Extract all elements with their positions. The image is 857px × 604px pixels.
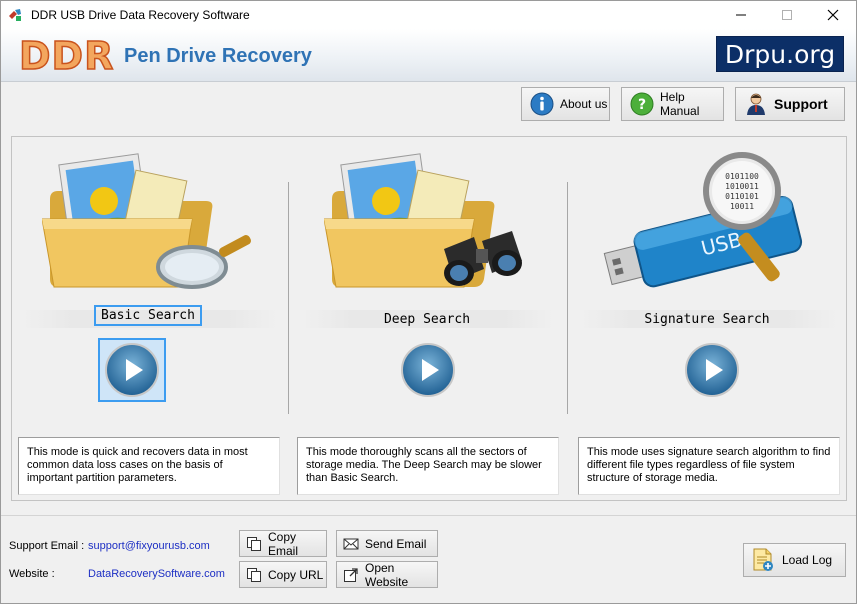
support-email-label: Support Email :: [9, 540, 85, 552]
basic-search-folder-icon[interactable]: [42, 149, 252, 294]
copy-email-button[interactable]: Copy Email: [239, 529, 327, 558]
svg-text:0101100: 0101100: [725, 172, 759, 181]
load-log-icon: [753, 548, 773, 571]
info-icon: [530, 92, 554, 116]
product-name: Pen Drive Recovery: [124, 45, 312, 67]
deep-search-folder-icon[interactable]: [324, 149, 534, 294]
deep-search-label[interactable]: Deep Search: [367, 312, 487, 327]
play-icon: [401, 343, 455, 397]
website-label: Website :: [9, 568, 55, 580]
mode-divider: [288, 182, 289, 414]
maximize-button[interactable]: [764, 1, 810, 29]
minimize-button[interactable]: [718, 1, 764, 29]
app-icon: [9, 9, 21, 21]
about-us-label: About us: [560, 97, 608, 111]
play-icon: [685, 343, 739, 397]
close-icon: [827, 9, 839, 21]
open-website-button[interactable]: Open Website: [336, 560, 438, 589]
about-us-button[interactable]: About us: [521, 87, 610, 121]
basic-search-label[interactable]: Basic Search: [94, 305, 202, 326]
help-manual-label: Help Manual: [660, 90, 700, 118]
basic-search-description: This mode is quick and recovers data in …: [18, 437, 280, 495]
envelope-icon: [343, 538, 359, 549]
load-log-button[interactable]: Load Log: [743, 543, 846, 577]
signature-search-label[interactable]: Signature Search: [632, 312, 782, 327]
deep-search-play-button[interactable]: [394, 338, 462, 402]
load-log-label: Load Log: [782, 553, 833, 567]
signature-search-description: This mode uses signature search algorith…: [578, 437, 840, 495]
svg-text:0110101: 0110101: [725, 192, 759, 201]
minimize-icon: [736, 14, 746, 16]
footer-separator: [1, 515, 856, 516]
svg-text:10011: 10011: [730, 202, 754, 211]
close-button[interactable]: [810, 1, 856, 29]
app-window: DDR USB Drive Data Recovery Software DDR…: [0, 0, 857, 604]
title-bar: DDR USB Drive Data Recovery Software: [1, 1, 856, 29]
maximize-icon: [782, 10, 792, 20]
copy-url-label: Copy URL: [268, 567, 324, 582]
help-manual-button[interactable]: ? Help Manual: [621, 87, 724, 121]
signature-search-usb-icon[interactable]: USB 0101100 1010011 0110101 10011: [602, 149, 822, 294]
basic-search-play-button[interactable]: [98, 338, 166, 402]
support-button[interactable]: Support: [735, 87, 845, 121]
external-link-icon: [344, 567, 358, 582]
ddr-logo: DDR: [18, 33, 115, 79]
support-person-icon: [747, 93, 765, 115]
help-icon: ?: [630, 92, 654, 116]
drpu-badge[interactable]: Drpu.org: [716, 36, 844, 72]
support-email-link[interactable]: support@fixyourusb.com: [88, 540, 210, 552]
send-email-label: Send Email: [365, 536, 427, 551]
svg-text:?: ?: [638, 97, 646, 113]
deep-search-description: This mode thoroughly scans all the secto…: [297, 437, 559, 495]
copy-icon: [247, 536, 261, 551]
recovery-modes-panel: Basic Search This mode is quick and reco…: [11, 136, 847, 501]
send-email-button[interactable]: Send Email: [336, 530, 438, 557]
copy-url-button[interactable]: Copy URL: [239, 561, 327, 588]
header-banner: DDR Pen Drive Recovery Drpu.org: [1, 29, 856, 82]
signature-search-play-button[interactable]: [678, 338, 746, 402]
copy-icon: [247, 567, 261, 582]
open-website-label: Open Website: [365, 560, 409, 589]
copy-email-label: Copy Email: [268, 529, 299, 558]
mode-divider: [567, 182, 568, 414]
support-label: Support: [774, 96, 828, 112]
website-link[interactable]: DataRecoverySoftware.com: [88, 568, 225, 580]
window-title: DDR USB Drive Data Recovery Software: [31, 8, 250, 22]
play-icon: [105, 343, 159, 397]
svg-text:1010011: 1010011: [725, 182, 759, 191]
